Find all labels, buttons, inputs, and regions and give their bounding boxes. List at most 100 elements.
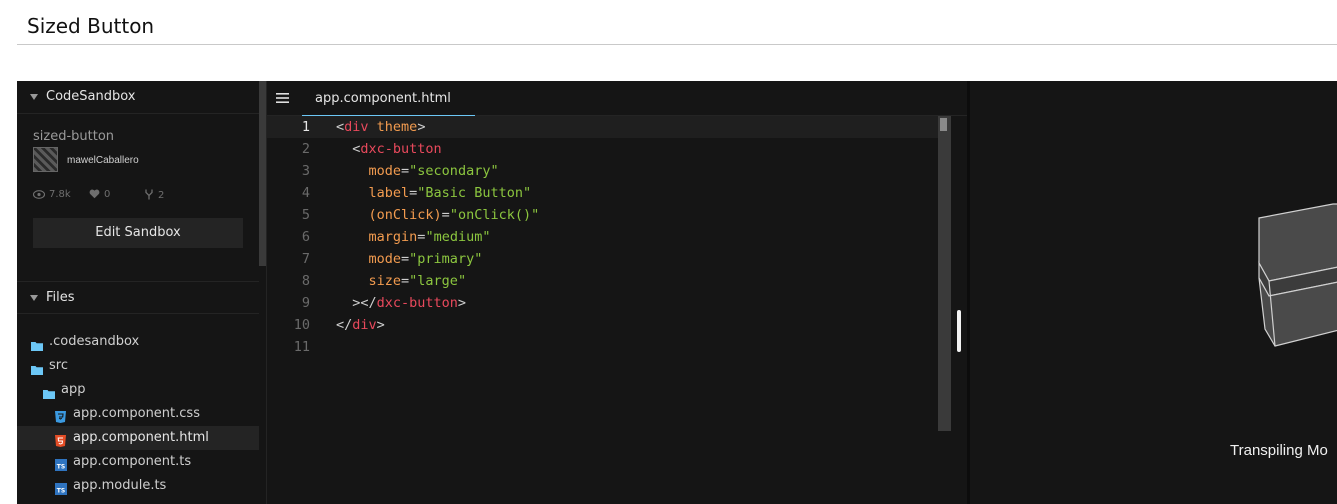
file-name: .codesandbox	[49, 334, 140, 349]
codesandbox-section-header[interactable]: CodeSandbox	[17, 81, 259, 114]
heart-icon	[89, 189, 100, 199]
file-item[interactable]: TS app.component.ts	[17, 450, 259, 474]
likes-stat: 0	[89, 189, 110, 200]
code-line[interactable]: 8 size="large"	[267, 270, 939, 292]
line-content: <dxc-button	[336, 138, 442, 160]
code-token: =	[401, 251, 410, 267]
code-token: >	[376, 317, 385, 333]
line-number: 7	[301, 251, 310, 267]
code-token: </	[336, 317, 353, 333]
file-item[interactable]: app.component.html	[17, 426, 259, 450]
line-content: mode="primary"	[336, 248, 483, 270]
menu-icon[interactable]	[276, 93, 289, 103]
line-content: (onClick)="onClick()"	[336, 204, 540, 226]
code-line[interactable]: 9 ></dxc-button>	[267, 292, 939, 314]
file-item[interactable]: src	[17, 354, 259, 378]
line-number: 2	[301, 141, 310, 157]
sidebar: CodeSandbox sized-button mawelCaballero …	[17, 81, 267, 504]
loading-cube-icon	[1258, 203, 1337, 347]
editor-tab-bar: app.component.html	[267, 81, 967, 116]
code-token: dxc-button	[360, 141, 442, 157]
file-name: app.component.html	[73, 430, 209, 445]
resize-handle[interactable]	[957, 310, 961, 352]
code-token: label	[368, 185, 410, 201]
code-editor: app.component.html 1 <div theme> 2 <dxc-bu…	[267, 81, 967, 504]
code-token: (onClick)	[368, 207, 442, 223]
code-token: theme	[376, 119, 418, 135]
file-name: src	[49, 358, 68, 373]
code-line[interactable]: 1 <div theme>	[267, 116, 939, 138]
views-stat: 7.8k	[32, 189, 71, 200]
code-line[interactable]: 6 margin="medium"	[267, 226, 939, 248]
code-token: "Basic Button"	[417, 185, 532, 201]
code-token: ></	[336, 295, 377, 311]
line-content: </div>	[336, 314, 385, 336]
line-number: 9	[301, 295, 310, 311]
svg-text:TS: TS	[57, 488, 65, 495]
code-token: dxc-button	[376, 295, 458, 311]
code-line[interactable]: 5 (onClick)="onClick()"	[267, 204, 939, 226]
eye-icon	[32, 190, 46, 199]
files-section-header[interactable]: Files	[17, 281, 259, 314]
codesandbox-section-label: CodeSandbox	[46, 89, 136, 104]
forks-stat: 2	[144, 189, 164, 201]
code-line[interactable]: 10 </div>	[267, 314, 939, 336]
line-content: margin="medium"	[336, 226, 491, 248]
code-token: <	[336, 119, 345, 135]
avatar[interactable]	[33, 147, 58, 172]
line-content: label="Basic Button"	[336, 182, 532, 204]
codesandbox-embed: CodeSandbox sized-button mawelCaballero …	[17, 81, 1337, 504]
file-name: app.component.ts	[73, 454, 192, 469]
fork-icon	[145, 189, 153, 200]
code-line[interactable]: 7 mode="primary"	[267, 248, 939, 270]
line-content: ></dxc-button>	[336, 292, 466, 314]
sandbox-name: sized-button	[33, 129, 115, 144]
code-token: "medium"	[425, 229, 491, 245]
likes-count: 0	[104, 189, 111, 200]
line-number: 10	[293, 317, 310, 333]
tab-app-component-html[interactable]: app.component.html	[302, 81, 475, 116]
editor-scrollbar-thumb[interactable]	[940, 118, 947, 131]
file-item[interactable]: .codesandbox	[17, 330, 259, 354]
forks-count: 2	[158, 190, 165, 201]
file-item[interactable]: app.component.css	[17, 402, 259, 426]
code-token: "secondary"	[409, 163, 499, 179]
code-line[interactable]: 2 <dxc-button	[267, 138, 939, 160]
sidebar-scrollbar[interactable]	[259, 81, 266, 266]
code-line[interactable]: 3 mode="secondary"	[267, 160, 939, 182]
author-name[interactable]: mawelCaballero	[67, 155, 139, 166]
caret-down-icon	[30, 94, 38, 100]
file-name: app.component.css	[73, 406, 200, 421]
transpiling-status: Transpiling Mo	[1230, 442, 1328, 459]
file-item[interactable]: app	[17, 378, 259, 402]
line-content: size="large"	[336, 270, 467, 292]
caret-down-icon	[30, 295, 38, 301]
line-number: 8	[301, 273, 310, 289]
editor-scrollbar[interactable]	[938, 116, 951, 431]
line-content: <div theme>	[336, 116, 425, 138]
line-number: 3	[301, 163, 310, 179]
code-token: <	[336, 141, 361, 157]
code-token: "primary"	[409, 251, 483, 267]
line-number: 5	[301, 207, 310, 223]
code-token: margin	[368, 229, 418, 245]
line-number: 11	[293, 339, 310, 355]
file-name: app.module.ts	[73, 478, 167, 493]
code-token: div	[344, 119, 369, 135]
file-item[interactable]: TS app.module.ts	[17, 474, 259, 498]
code-token: mode	[368, 251, 402, 267]
code-token: mode	[368, 163, 402, 179]
code-token: "large"	[409, 273, 467, 289]
edit-sandbox-button[interactable]: Edit Sandbox	[33, 218, 243, 248]
files-section-label: Files	[46, 290, 75, 305]
code-token: =	[441, 207, 450, 223]
code-area[interactable]: 1 <div theme> 2 <dxc-button 3 mode="seconda…	[267, 116, 967, 504]
code-line[interactable]: 11	[267, 336, 939, 358]
code-line[interactable]: 4 label="Basic Button"	[267, 182, 939, 204]
